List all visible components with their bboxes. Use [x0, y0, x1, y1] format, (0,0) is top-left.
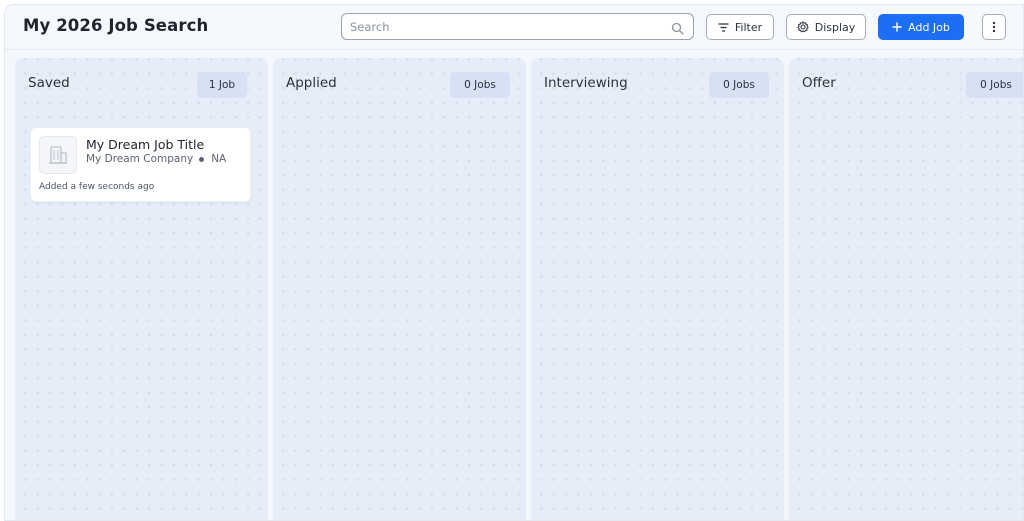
- board-title: My 2026 Job Search: [23, 16, 209, 35]
- job-location: NA: [211, 153, 227, 165]
- filter-lines-icon: [718, 22, 729, 32]
- search-box[interactable]: [341, 13, 694, 40]
- filter-label: Filter: [734, 20, 763, 34]
- gear-icon: [797, 21, 809, 33]
- job-count-badge: 0 Jobs: [966, 72, 1023, 98]
- company-name: My Dream Company: [86, 153, 194, 165]
- job-meta: My Dream Company NA: [86, 153, 226, 165]
- display-button[interactable]: Display: [786, 14, 866, 40]
- display-label: Display: [814, 20, 856, 34]
- added-timestamp: Added a few seconds ago: [39, 182, 155, 192]
- job-count-badge: 0 Jobs: [450, 72, 510, 98]
- top-bar: My 2026 Job Search Filter Display Add Jo…: [5, 5, 1023, 50]
- search-input[interactable]: [350, 14, 660, 39]
- column-saved[interactable]: Saved 1 Job My Dream Job Title My Dream …: [15, 58, 268, 520]
- column-title: Applied: [286, 75, 337, 91]
- search-icon[interactable]: [671, 20, 684, 35]
- job-count-badge: 0 Jobs: [709, 72, 769, 98]
- add-job-label: Add Job: [908, 20, 950, 34]
- job-title: My Dream Job Title: [86, 137, 205, 152]
- column-offer[interactable]: Offer 0 Jobs: [789, 58, 1023, 520]
- column-title: Interviewing: [544, 75, 628, 91]
- column-applied[interactable]: Applied 0 Jobs: [273, 58, 526, 520]
- column-interviewing[interactable]: Interviewing 0 Jobs: [531, 58, 784, 520]
- column-title: Saved: [28, 75, 70, 91]
- plus-icon: [892, 22, 902, 32]
- column-title: Offer: [802, 75, 836, 91]
- filter-button[interactable]: Filter: [706, 14, 774, 40]
- job-count-badge: 1 Job: [197, 72, 247, 98]
- vertical-dots-icon: [992, 21, 996, 33]
- app-window: My 2026 Job Search Filter Display Add Jo…: [4, 4, 1024, 521]
- more-options-button[interactable]: [982, 14, 1006, 40]
- add-job-button[interactable]: Add Job: [878, 14, 964, 40]
- separator-dot: [199, 156, 205, 162]
- building-icon: [39, 136, 77, 174]
- job-card[interactable]: My Dream Job Title My Dream Company NA A…: [30, 127, 251, 202]
